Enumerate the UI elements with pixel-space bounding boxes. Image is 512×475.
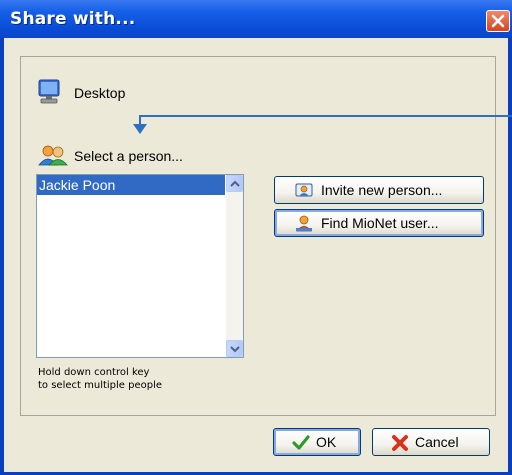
invite-button-label: Invite new person... [321,182,443,198]
find-button-label: Find MioNet user... [321,215,439,231]
close-icon [491,14,505,28]
invite-new-person-button[interactable]: Invite new person... [274,176,484,204]
hint-line-1: Hold down control key [38,367,150,378]
close-button[interactable] [486,10,510,32]
chevron-up-icon [230,180,240,187]
invite-person-icon [295,183,313,197]
find-mionet-user-button[interactable]: Find MioNet user... [274,209,484,237]
ok-button[interactable]: OK [273,428,361,456]
scroll-up-button[interactable] [226,175,243,192]
cancel-x-icon [392,435,408,451]
people-icon [38,145,68,166]
window-title: Share with... [10,9,136,29]
list-item[interactable]: Jackie Poon [37,175,225,195]
scroll-down-button[interactable] [226,340,243,357]
ok-button-label: OK [316,434,337,450]
people-listbox[interactable]: Jackie Poon [36,174,244,358]
cancel-button[interactable]: Cancel [372,428,490,456]
hint-line-2: to select multiple people [38,380,163,391]
multi-select-hint: Hold down control key to select multiple… [38,366,162,392]
monitor-icon [38,79,60,104]
title-bar[interactable]: Share with... [0,0,512,38]
listbox-scrollbar[interactable] [226,175,243,357]
cancel-button-label: Cancel [415,434,459,450]
find-user-icon [296,215,312,232]
chevron-down-icon [230,346,240,353]
select-person-label: Select a person... [74,148,183,164]
location-label: Desktop [74,85,126,101]
checkmark-icon [292,435,310,450]
